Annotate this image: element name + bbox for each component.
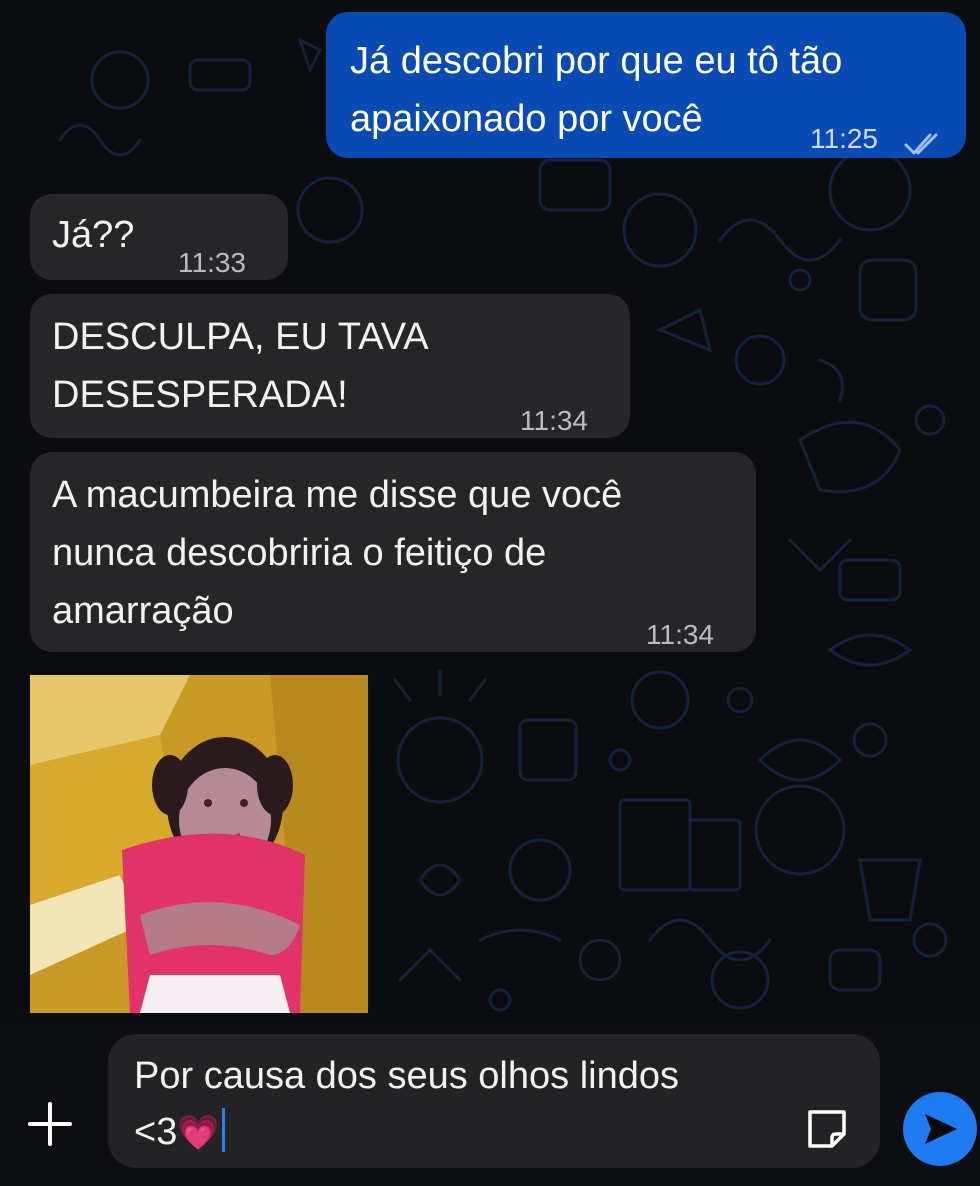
message-time: 11:34 [646, 619, 714, 650]
send-icon [923, 1112, 959, 1146]
message-input[interactable]: Por causa dos seus olhos lindos <3💗 [108, 1034, 880, 1168]
text-caret [221, 1108, 225, 1152]
input-text-line: <3💗 [134, 1104, 780, 1161]
message-text-line: DESCULPA, EU TAVA [52, 316, 429, 358]
input-text-line: Por causa dos seus olhos lindos [134, 1055, 679, 1097]
image-message[interactable] [30, 675, 368, 1013]
send-button[interactable] [903, 1092, 977, 1166]
message-time: 11:33 [178, 247, 246, 278]
message-text-line: nunca descobriria o feitiço de [52, 532, 547, 574]
message-time: 11:25 [810, 123, 878, 154]
message-bubble-incoming[interactable]: DESCULPA, EU TAVA DESESPERADA! 11:34 [30, 294, 630, 438]
message-text-line: A macumbeira me disse que você [52, 474, 623, 516]
sticker-icon[interactable] [802, 1104, 852, 1154]
message-text-line: Já?? [52, 214, 135, 256]
heart-emoji: 💗 [177, 1114, 220, 1152]
double-check-icon [904, 116, 944, 155]
message-time: 11:34 [520, 405, 588, 436]
plus-icon[interactable] [26, 1100, 74, 1148]
photo-content [30, 675, 368, 1013]
input-text: <3 [134, 1111, 178, 1153]
message-text-line: Já descobri por que eu tô tão [350, 40, 843, 82]
message-bubble-incoming[interactable]: Já?? 11:33 [30, 194, 288, 280]
message-bubble-outgoing[interactable]: Já descobri por que eu tô tão apaixonado… [326, 12, 966, 158]
message-bubble-incoming[interactable]: A macumbeira me disse que você nunca des… [30, 452, 756, 652]
